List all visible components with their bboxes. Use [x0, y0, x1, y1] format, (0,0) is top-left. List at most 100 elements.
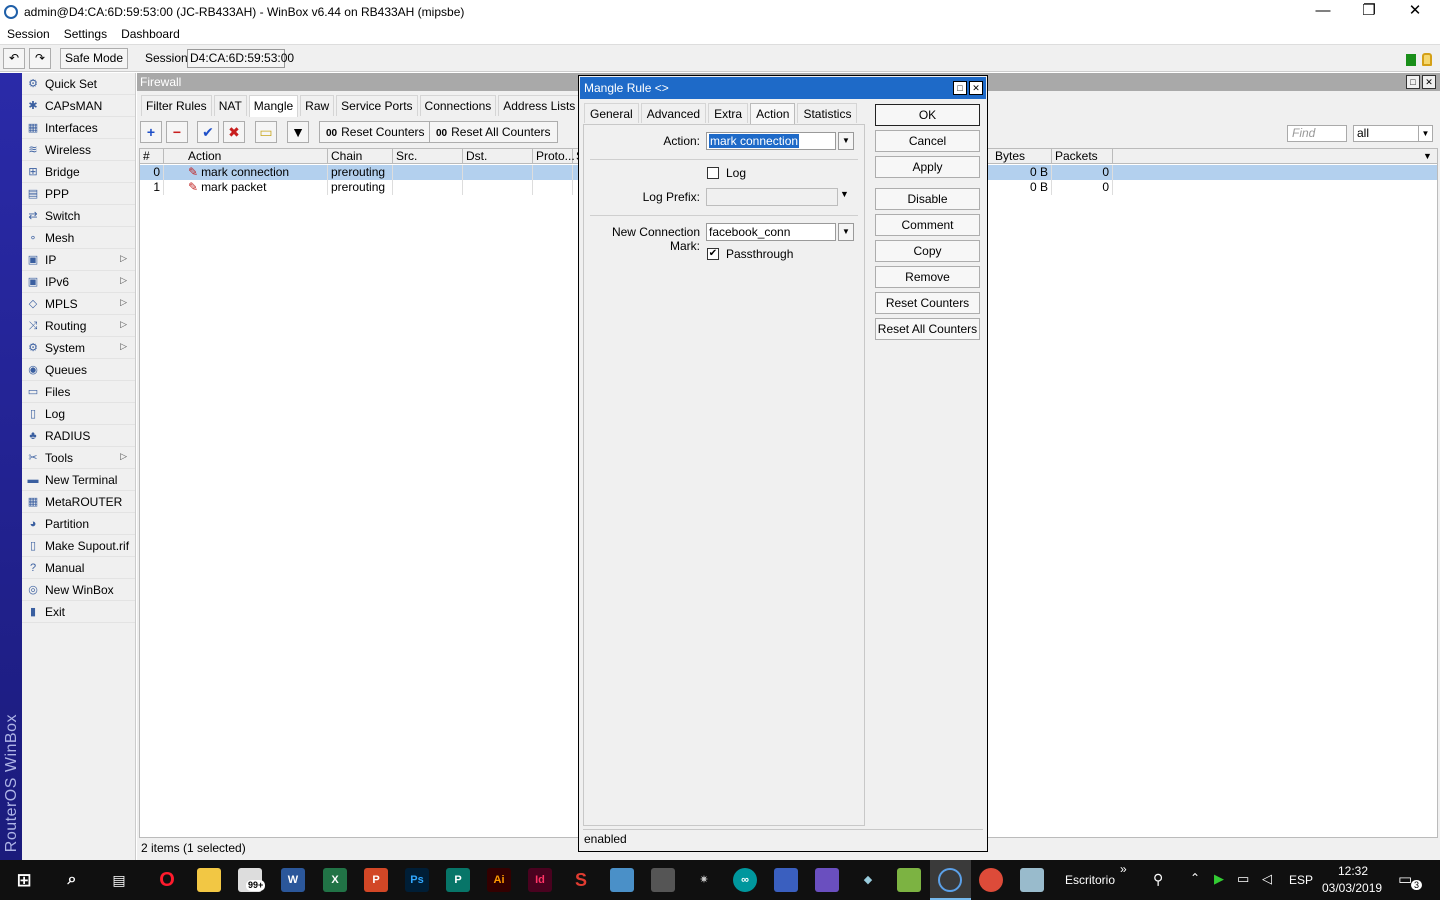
filter-select[interactable]: all ▼ — [1353, 125, 1433, 142]
app-icon[interactable] — [774, 868, 798, 892]
comment-button[interactable]: Comment — [875, 214, 980, 236]
column-header[interactable]: Chain — [328, 149, 393, 164]
enable-button[interactable]: ✔ — [197, 121, 219, 143]
column-header[interactable]: Action — [185, 149, 328, 164]
columns-dropdown-icon[interactable]: ▼ — [1420, 149, 1437, 164]
tab-raw[interactable]: Raw — [300, 95, 335, 116]
sidebar-item-queues[interactable]: ◉ Queues — [22, 359, 135, 381]
column-header[interactable]: Dst. Address — [463, 149, 533, 178]
tab-filter-rules[interactable]: Filter Rules — [141, 95, 212, 116]
dropdown-icon[interactable]: ▼ — [838, 132, 854, 150]
photoshop-icon[interactable]: Ps — [405, 868, 429, 892]
sidebar-item-capsman[interactable]: ✱ CAPsMAN — [22, 95, 135, 117]
sidebar-item-files[interactable]: ▭ Files — [22, 381, 135, 403]
maximize-icon[interactable]: □ — [953, 81, 967, 95]
sidebar-item-system[interactable]: ⚙ System ▷ — [22, 337, 135, 359]
app-icon[interactable]: ◆ — [856, 868, 880, 892]
copy-button[interactable]: Copy — [875, 240, 980, 262]
search-icon[interactable]: ⌕ — [60, 868, 84, 892]
sidebar-item-metarouter[interactable]: ▦ MetaROUTER — [22, 491, 135, 513]
sidebar-item-switch[interactable]: ⇄ Switch — [22, 205, 135, 227]
sidebar-item-routing[interactable]: ⤨ Routing ▷ — [22, 315, 135, 337]
add-button[interactable]: + — [140, 121, 162, 143]
sidebar-item-interfaces[interactable]: ▦ Interfaces — [22, 117, 135, 139]
play-icon[interactable]: ▶ — [1214, 871, 1224, 887]
maximize-icon[interactable]: □ — [1406, 75, 1420, 89]
powerpoint-icon[interactable]: P — [364, 868, 388, 892]
app-icon[interactable] — [651, 868, 675, 892]
opera-icon[interactable]: O — [155, 868, 179, 892]
sidebar-item-manual[interactable]: ? Manual — [22, 557, 135, 579]
excel-icon[interactable]: X — [323, 868, 347, 892]
dialog-tab-statistics[interactable]: Statistics — [797, 103, 858, 123]
sidebar-item-ipv6[interactable]: ▣ IPv6 ▷ — [22, 271, 135, 293]
sidebar-item-tools[interactable]: ✂ Tools ▷ — [22, 447, 135, 469]
disable-button[interactable]: Disable — [875, 188, 980, 210]
publisher-icon[interactable]: P — [446, 868, 470, 892]
undo-button[interactable]: ↶ — [3, 48, 25, 69]
column-header[interactable]: Proto... — [533, 149, 575, 164]
cancel-button[interactable]: Cancel — [875, 130, 980, 152]
column-header[interactable]: Bytes — [992, 149, 1052, 164]
reset-counters-button[interactable]: Reset Counters — [875, 292, 980, 314]
dropdown-icon[interactable]: ▼ — [838, 223, 854, 241]
tab-nat[interactable]: NAT — [213, 95, 247, 116]
winbox-taskbar-button[interactable] — [930, 860, 971, 900]
apply-button[interactable]: Apply — [875, 156, 980, 178]
sidebar-item-mpls[interactable]: ◇ MPLS ▷ — [22, 293, 135, 315]
dialog-tab-extra[interactable]: Extra — [708, 103, 749, 123]
sidebar-item-partition[interactable]: ◕ Partition — [22, 513, 135, 535]
safe-mode-button[interactable]: Safe Mode — [60, 48, 128, 69]
menu-session[interactable]: Session — [7, 27, 50, 41]
passthrough-checkbox[interactable]: ✔ — [707, 248, 719, 260]
sidebar-item-radius[interactable]: ♣ RADIUS — [22, 425, 135, 447]
volume-icon[interactable]: ◁ — [1262, 871, 1272, 887]
tab-mangle[interactable]: Mangle — [248, 95, 299, 117]
indesign-icon[interactable]: Id — [528, 868, 552, 892]
restore-button[interactable]: ❐ — [1346, 0, 1392, 24]
remove-button[interactable]: − — [166, 121, 188, 143]
ok-button[interactable]: OK — [875, 104, 980, 126]
dialog-tab-general[interactable]: General — [584, 103, 639, 123]
close-icon[interactable]: ✕ — [969, 81, 983, 95]
reset-counters-button[interactable]: 00 Reset Counters — [319, 121, 432, 143]
session-field[interactable]: D4:CA:6D:59:53:00 — [187, 49, 294, 68]
sidebar-item-wireless[interactable]: ≋ Wireless — [22, 139, 135, 161]
language-indicator[interactable]: ESP — [1289, 873, 1313, 887]
sidebar-item-quick-set[interactable]: ⚙ Quick Set — [22, 73, 135, 95]
filter-button[interactable]: ▼ — [287, 121, 309, 143]
column-header[interactable]: Src. Address — [393, 149, 463, 178]
app-icon[interactable] — [897, 868, 921, 892]
tab-address-lists[interactable]: Address Lists — [498, 95, 581, 116]
word-icon[interactable]: W — [281, 868, 305, 892]
arduino-icon[interactable]: ∞ — [733, 868, 757, 892]
sidebar-item-new-terminal[interactable]: ▬ New Terminal — [22, 469, 135, 491]
tab-service-ports[interactable]: Service Ports — [336, 95, 418, 116]
dropdown-icon[interactable]: ▼ — [840, 189, 849, 199]
app-icon[interactable] — [610, 868, 634, 892]
disable-button[interactable]: ✖ — [223, 121, 245, 143]
sidebar-item-bridge[interactable]: ⊞ Bridge — [22, 161, 135, 183]
s-app-icon[interactable]: S — [569, 868, 593, 892]
people-icon[interactable]: ⚲ — [1153, 871, 1163, 888]
mail-icon[interactable]: 99+ — [238, 868, 266, 892]
windows-start-icon[interactable]: ⊞ — [12, 868, 36, 892]
sidebar-item-new-winbox[interactable]: ◎ New WinBox — [22, 579, 135, 601]
clock-time[interactable]: 12:32 — [1338, 864, 1368, 878]
app-icon[interactable] — [1020, 868, 1044, 892]
column-header[interactable]: Packets — [1052, 149, 1113, 164]
find-input[interactable]: Find — [1287, 125, 1347, 142]
sidebar-item-exit[interactable]: ▮ Exit — [22, 601, 135, 623]
network-icon[interactable]: ▭ — [1237, 871, 1249, 887]
log-prefix-input[interactable] — [706, 188, 838, 206]
desktop-toolbar-label[interactable]: Escritorio — [1065, 873, 1115, 887]
show-hidden-icons-icon[interactable]: ⌃ — [1190, 871, 1200, 885]
minimize-button[interactable]: — — [1300, 0, 1346, 24]
illustrator-icon[interactable]: Ai — [487, 868, 511, 892]
action-select[interactable]: mark connection — [706, 132, 836, 150]
menu-dashboard[interactable]: Dashboard — [121, 27, 180, 41]
comment-button[interactable]: ▭ — [255, 121, 277, 143]
chrome-icon[interactable] — [979, 868, 1003, 892]
remove-button[interactable]: Remove — [875, 266, 980, 288]
sidebar-item-make-supout-rif[interactable]: ▯ Make Supout.rif — [22, 535, 135, 557]
